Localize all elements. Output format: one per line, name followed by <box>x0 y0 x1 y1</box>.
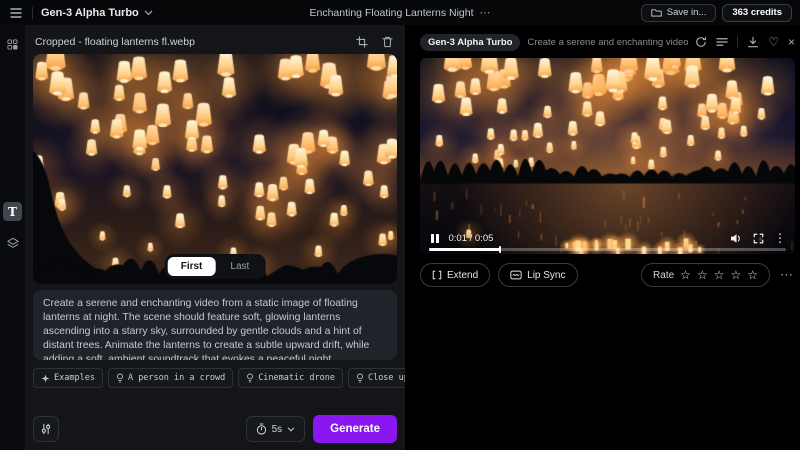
session-title-wrap: Enchanting Floating Lanterns Night ⋯ <box>309 6 490 19</box>
output-actions: ♡ × <box>695 36 795 48</box>
crop-icon <box>356 36 368 48</box>
star-5[interactable]: ☆ <box>747 269 758 281</box>
extend-button[interactable]: Extend <box>420 263 490 287</box>
timer-icon <box>256 423 267 435</box>
credits-label: 363 credits <box>732 7 782 18</box>
lip-sync-icon <box>510 270 522 280</box>
hamburger-icon <box>10 8 22 18</box>
duration-selector[interactable]: 5s <box>246 416 306 442</box>
examples-icon <box>41 374 50 383</box>
generation-panel: Cropped - floating lanterns fl.webp Firs… <box>25 25 405 450</box>
close-icon[interactable]: × <box>788 36 795 48</box>
generated-video[interactable] <box>420 58 795 254</box>
delete-button[interactable] <box>380 34 395 50</box>
lip-sync-button[interactable]: Lip Sync <box>498 263 577 287</box>
video-controls: 0:01 / 0:05 ⋮ <box>429 231 786 245</box>
runway-app: Gen-3 Alpha Turbo Enchanting Floating La… <box>0 0 800 450</box>
time-display: 0:01 / 0:05 <box>449 233 494 244</box>
input-filename: Cropped - floating lanterns fl.webp <box>35 36 344 48</box>
footer-more-button[interactable]: ⋯ <box>778 267 795 283</box>
video-controls-right: ⋮ <box>730 231 786 245</box>
rate-widget: Rate ☆ ☆ ☆ ☆ ☆ <box>641 263 770 287</box>
suggestion-chip-drone[interactable]: Cinematic drone <box>238 368 343 388</box>
lantern-image <box>33 54 397 284</box>
model-selector[interactable]: Gen-3 Alpha Turbo <box>41 7 153 19</box>
rate-label: Rate <box>653 270 674 281</box>
session-title: Enchanting Floating Lanterns Night <box>309 7 473 19</box>
chevron-down-icon <box>144 10 153 16</box>
lightbulb-icon <box>356 373 364 383</box>
model-badge: Gen-3 Alpha Turbo <box>420 34 520 51</box>
keyframe-toggle: First Last <box>165 254 266 279</box>
menu-button[interactable] <box>8 6 24 20</box>
output-header: Gen-3 Alpha Turbo Create a serene and en… <box>420 31 795 53</box>
download-icon[interactable] <box>747 36 759 48</box>
topbar-divider <box>32 7 33 19</box>
examples-button[interactable]: Examples <box>33 368 103 388</box>
suggestion-chip-crowd[interactable]: A person in a crowd <box>108 368 233 388</box>
rail-item-text-session[interactable]: T <box>3 202 22 221</box>
lightbulb-icon <box>116 373 124 383</box>
fullscreen-icon[interactable] <box>753 233 764 244</box>
pause-button[interactable] <box>429 232 441 245</box>
seek-bar[interactable] <box>429 248 786 251</box>
input-header: Cropped - floating lanterns fl.webp <box>33 30 397 54</box>
output-panel: Gen-3 Alpha Turbo Create a serene and en… <box>405 25 800 450</box>
session-more-button[interactable]: ⋯ <box>480 6 491 19</box>
save-in-label: Save in... <box>667 7 707 18</box>
video-more-icon[interactable]: ⋮ <box>774 231 786 245</box>
prompt-details-icon[interactable] <box>716 37 728 47</box>
sliders-icon <box>40 423 52 435</box>
keyframe-last-button[interactable]: Last <box>217 257 262 276</box>
blocks-icon <box>7 39 18 50</box>
star-1[interactable]: ☆ <box>680 269 691 281</box>
layers-icon <box>7 237 19 249</box>
prompt-textarea[interactable]: Create a serene and enchanting video fro… <box>33 290 397 360</box>
star-3[interactable]: ☆ <box>714 269 725 281</box>
lightbulb-icon <box>246 373 254 383</box>
duration-value: 5s <box>272 424 283 435</box>
folder-icon <box>651 8 662 17</box>
input-image-preview: First Last <box>33 54 397 284</box>
star-4[interactable]: ☆ <box>730 269 741 281</box>
favorite-icon[interactable]: ♡ <box>768 36 779 48</box>
regenerate-icon[interactable] <box>695 36 707 48</box>
prompt-preview: Create a serene and enchanting video fro… <box>527 37 688 48</box>
chevron-down-icon <box>287 427 295 432</box>
trash-icon <box>382 36 393 48</box>
rail-item-layers[interactable] <box>3 233 22 252</box>
generation-controls: 5s Generate <box>33 415 397 443</box>
header-divider <box>737 36 738 48</box>
top-bar: Gen-3 Alpha Turbo Enchanting Floating La… <box>0 0 800 25</box>
crop-button[interactable] <box>354 34 370 50</box>
star-2[interactable]: ☆ <box>697 269 708 281</box>
text-session-icon: T <box>8 205 17 219</box>
prompt-suggestions: Examples A person in a crowd Cinematic d… <box>33 368 397 388</box>
save-in-button[interactable]: Save in... <box>641 4 717 22</box>
seek-bar-fill <box>429 248 500 251</box>
left-rail: T <box>0 25 25 450</box>
volume-icon[interactable] <box>730 233 743 244</box>
settings-button[interactable] <box>33 416 59 442</box>
output-footer: Extend Lip Sync Rate ☆ ☆ ☆ ☆ ☆ ⋯ <box>420 263 795 287</box>
rail-item-blocks[interactable] <box>3 35 22 54</box>
model-label: Gen-3 Alpha Turbo <box>41 7 139 19</box>
generate-button[interactable]: Generate <box>313 415 397 443</box>
keyframe-first-button[interactable]: First <box>168 257 216 276</box>
extend-icon <box>432 270 442 280</box>
video-player: 0:01 / 0:05 ⋮ <box>420 58 795 254</box>
credits-badge[interactable]: 363 credits <box>722 4 792 22</box>
topbar-actions: Save in... 363 credits <box>641 4 792 22</box>
